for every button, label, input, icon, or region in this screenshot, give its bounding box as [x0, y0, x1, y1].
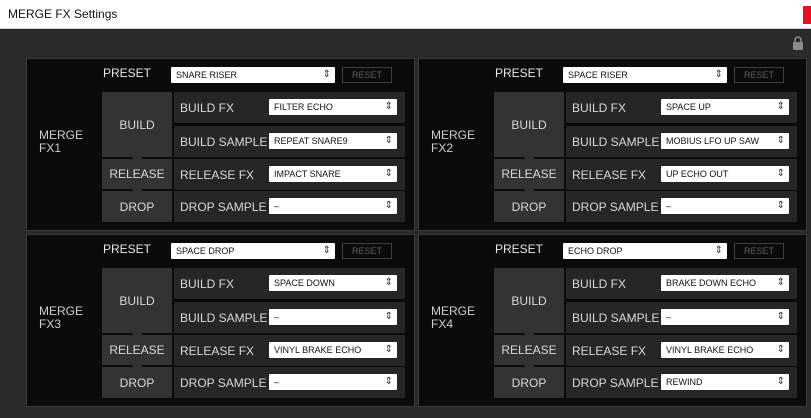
lock-icon[interactable]: [792, 36, 804, 50]
release-fx-row: RELEASE FX VINYL BRAKE ECHO ⇕: [174, 335, 405, 366]
drop-sample-select[interactable]: REWIND ⇕: [661, 374, 789, 390]
build-sample-select[interactable]: MOBIUS LFO UP SAW ⇕: [661, 133, 789, 149]
build-stage: BUILD: [494, 268, 564, 338]
drop-sample-row: DROP SAMPLE REWIND ⇕: [566, 367, 797, 398]
chevron-updown-icon: ⇕: [776, 168, 785, 179]
drop-sample-select[interactable]: – ⇕: [269, 374, 397, 390]
reset-button[interactable]: RESET: [342, 243, 392, 259]
drop-sample-row: DROP SAMPLE – ⇕: [174, 191, 405, 222]
chevron-updown-icon: ⇕: [776, 311, 785, 322]
release-fx-row: RELEASE FX VINYL BRAKE ECHO ⇕: [566, 335, 797, 366]
preset-label: PRESET: [103, 66, 152, 80]
drop-sample-row: DROP SAMPLE – ⇕: [174, 367, 405, 398]
build-fx-row: BUILD FX FILTER ECHO ⇕: [174, 92, 405, 123]
window-title: MERGE FX Settings: [8, 7, 118, 21]
reset-button[interactable]: RESET: [342, 67, 392, 83]
merge-fx4-panel: MERGE FX4 PRESET ECHO DROP ⇕ RESET BUILD …: [418, 234, 807, 407]
merge-fx-label: MERGE FX2: [431, 128, 476, 155]
chevron-updown-icon: ⇕: [322, 69, 331, 80]
chevron-updown-icon: ⇕: [384, 168, 393, 179]
build-stage: BUILD: [102, 92, 172, 162]
merge-fx-label: MERGE FX4: [431, 304, 476, 331]
chevron-updown-icon: ⇕: [776, 101, 785, 112]
drop-sample-row: DROP SAMPLE – ⇕: [566, 191, 797, 222]
chevron-updown-icon: ⇕: [322, 245, 331, 256]
preset-label: PRESET: [495, 242, 544, 256]
chevron-updown-icon: ⇕: [776, 277, 785, 288]
chevron-updown-icon: ⇕: [384, 200, 393, 211]
preset-select[interactable]: ECHO DROP ⇕: [563, 243, 727, 259]
release-stage: RELEASE: [102, 335, 172, 370]
close-icon[interactable]: [803, 6, 811, 24]
preset-select[interactable]: SPACE RISER ⇕: [563, 67, 727, 83]
build-fx-select[interactable]: SPACE DOWN ⇕: [269, 275, 397, 291]
build-fx-row: BUILD FX SPACE UP ⇕: [566, 92, 797, 123]
build-stage: BUILD: [102, 268, 172, 338]
release-fx-select[interactable]: IMPACT SNARE ⇕: [269, 166, 397, 182]
reset-button[interactable]: RESET: [734, 67, 784, 83]
chevron-updown-icon: ⇕: [384, 311, 393, 322]
drop-stage: DROP: [494, 191, 564, 222]
build-fx-select[interactable]: SPACE UP ⇕: [661, 99, 789, 115]
release-fx-select[interactable]: VINYL BRAKE ECHO ⇕: [269, 342, 397, 358]
drop-stage: DROP: [494, 367, 564, 398]
build-sample-select[interactable]: – ⇕: [269, 309, 397, 325]
chevron-updown-icon: ⇕: [776, 344, 785, 355]
build-fx-select[interactable]: FILTER ECHO ⇕: [269, 99, 397, 115]
release-fx-row: RELEASE FX IMPACT SNARE ⇕: [174, 159, 405, 190]
reset-button[interactable]: RESET: [734, 243, 784, 259]
preset-label: PRESET: [103, 242, 152, 256]
chevron-updown-icon: ⇕: [384, 344, 393, 355]
release-fx-select[interactable]: UP ECHO OUT ⇕: [661, 166, 789, 182]
drop-stage: DROP: [102, 191, 172, 222]
release-stage: RELEASE: [102, 159, 172, 194]
chevron-updown-icon: ⇕: [776, 376, 785, 387]
build-fx-row: BUILD FX BRAKE DOWN ECHO ⇕: [566, 268, 797, 299]
build-sample-row: BUILD SAMPLE – ⇕: [174, 302, 405, 333]
merge-fx1-panel: MERGE FX1 PRESET SNARE RISER ⇕ RESET BUIL…: [26, 58, 415, 231]
build-sample-row: BUILD SAMPLE REPEAT SNARE9 ⇕: [174, 126, 405, 157]
drop-sample-select[interactable]: – ⇕: [661, 198, 789, 214]
preset-label: PRESET: [495, 66, 544, 80]
build-sample-select[interactable]: REPEAT SNARE9 ⇕: [269, 133, 397, 149]
chevron-updown-icon: ⇕: [384, 277, 393, 288]
build-stage: BUILD: [494, 92, 564, 162]
chevron-updown-icon: ⇕: [714, 245, 723, 256]
chevron-updown-icon: ⇕: [776, 135, 785, 146]
release-fx-row: RELEASE FX UP ECHO OUT ⇕: [566, 159, 797, 190]
build-sample-row: BUILD SAMPLE MOBIUS LFO UP SAW ⇕: [566, 126, 797, 157]
release-stage: RELEASE: [494, 159, 564, 194]
title-bar: MERGE FX Settings: [0, 0, 811, 29]
chevron-updown-icon: ⇕: [384, 135, 393, 146]
chevron-updown-icon: ⇕: [384, 376, 393, 387]
build-fx-select[interactable]: BRAKE DOWN ECHO ⇕: [661, 275, 789, 291]
chevron-updown-icon: ⇕: [714, 69, 723, 80]
drop-sample-select[interactable]: – ⇕: [269, 198, 397, 214]
preset-select[interactable]: SPACE DROP ⇕: [171, 243, 335, 259]
chevron-updown-icon: ⇕: [776, 200, 785, 211]
preset-select[interactable]: SNARE RISER ⇕: [171, 67, 335, 83]
build-sample-select[interactable]: – ⇕: [661, 309, 789, 325]
release-fx-select[interactable]: VINYL BRAKE ECHO ⇕: [661, 342, 789, 358]
merge-fx-label: MERGE FX1: [39, 128, 84, 155]
chevron-updown-icon: ⇕: [384, 101, 393, 112]
build-sample-row: BUILD SAMPLE – ⇕: [566, 302, 797, 333]
drop-stage: DROP: [102, 367, 172, 398]
merge-fx3-panel: MERGE FX3 PRESET SPACE DROP ⇕ RESET BUILD…: [26, 234, 415, 407]
release-stage: RELEASE: [494, 335, 564, 370]
build-fx-row: BUILD FX SPACE DOWN ⇕: [174, 268, 405, 299]
merge-fx-label: MERGE FX3: [39, 304, 84, 331]
merge-fx2-panel: MERGE FX2 PRESET SPACE RISER ⇕ RESET BUIL…: [418, 58, 807, 231]
